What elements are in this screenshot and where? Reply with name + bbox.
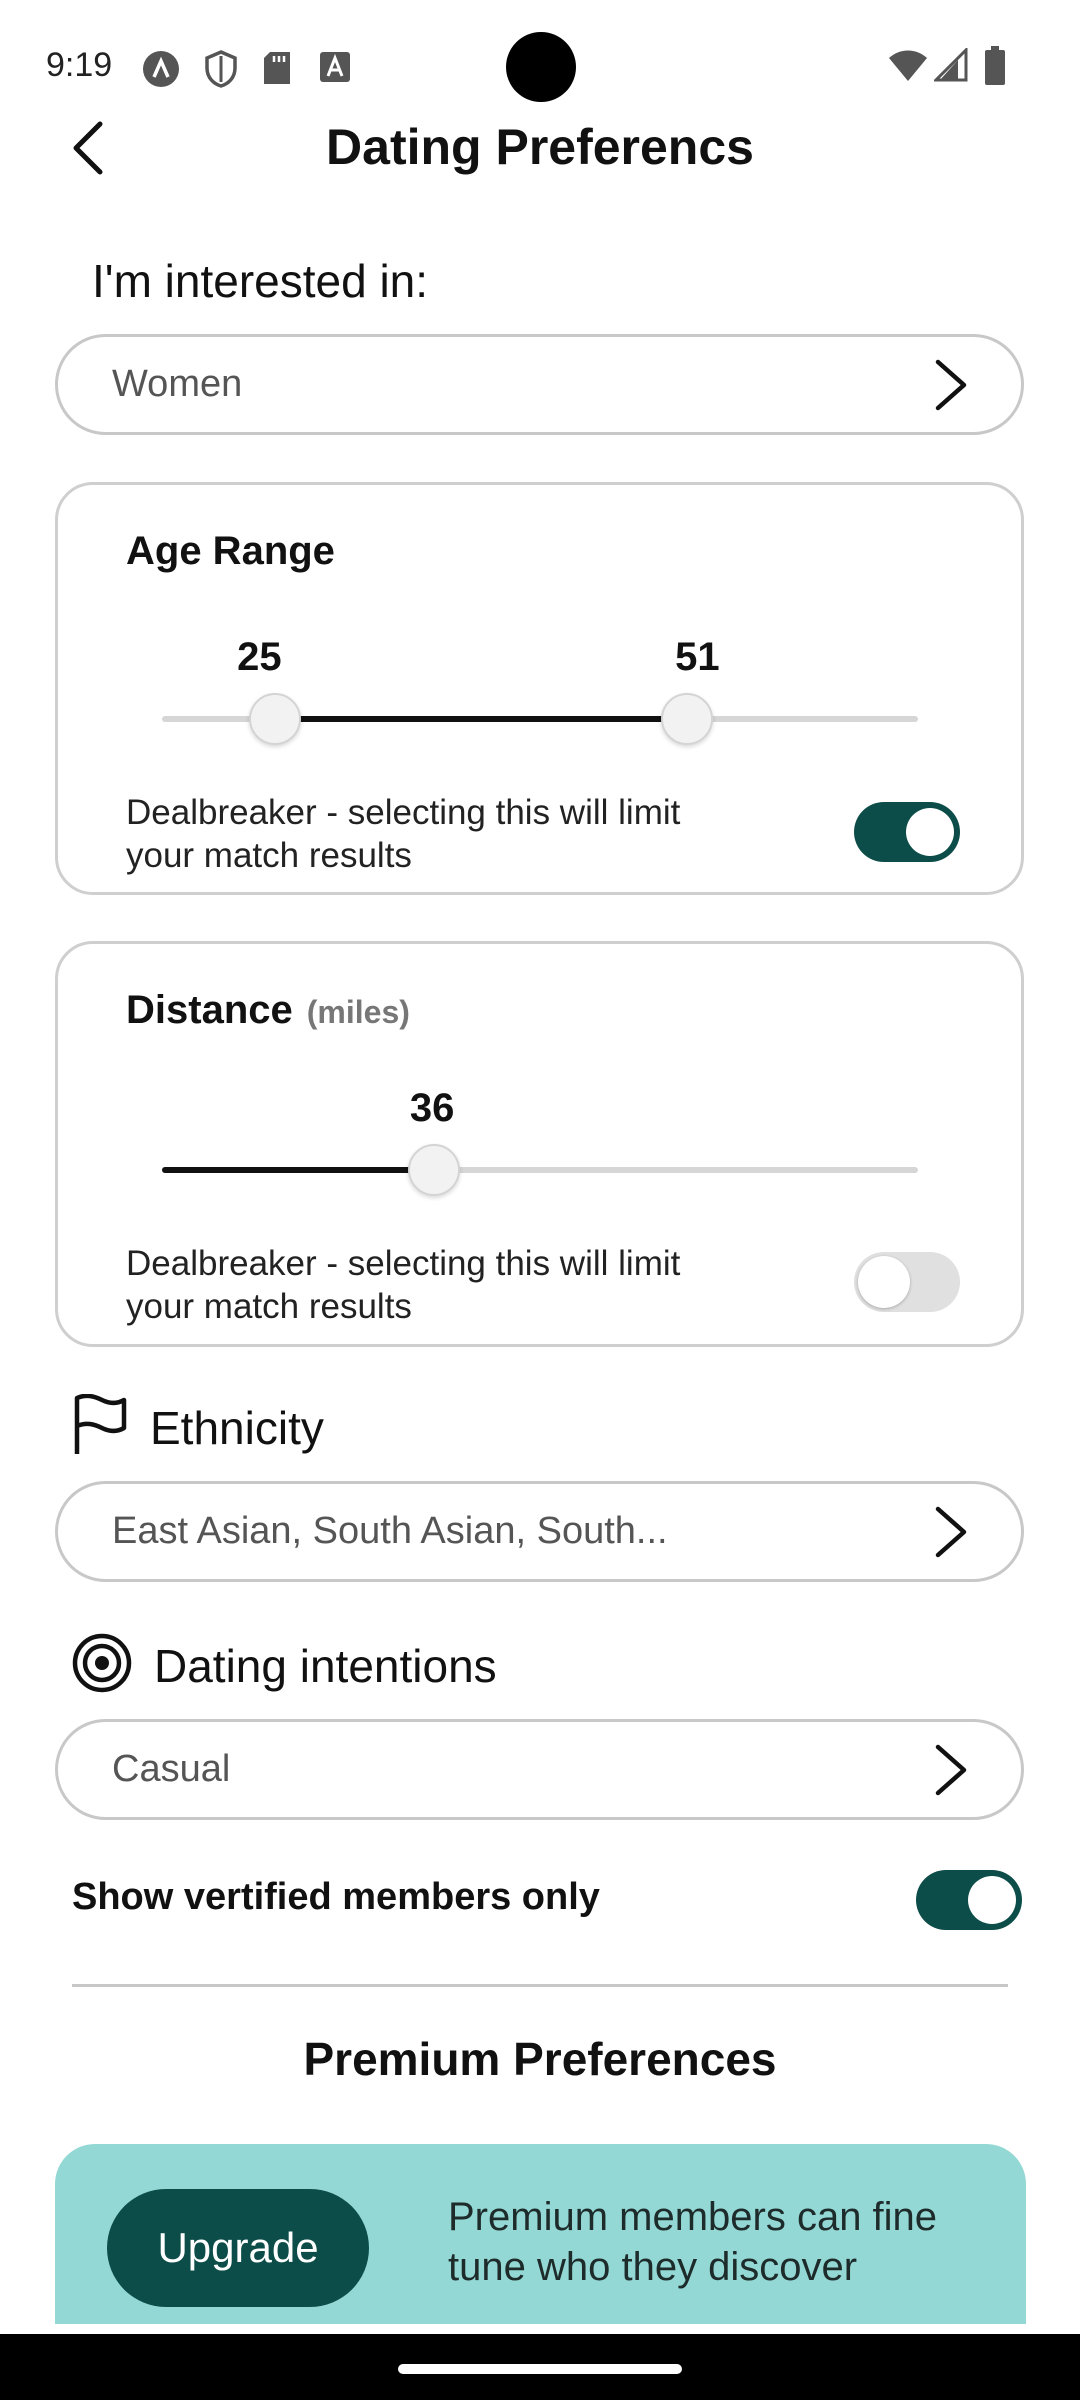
- status-bar: 9:19: [0, 0, 1080, 128]
- age-dealbreaker-text: Dealbreaker - selecting this will limit …: [126, 793, 681, 875]
- distance-value: 36: [409, 1086, 455, 1130]
- interested-in-label: I'm interested in:: [92, 255, 429, 307]
- dating-intentions-value: Casual: [112, 1748, 231, 1790]
- age-range-title: Age Range: [126, 529, 335, 573]
- ethnicity-header: Ethnicity: [72, 1393, 324, 1461]
- distance-card: Distance (miles) 36 Dealbreaker - selecti…: [55, 941, 1024, 1347]
- chevron-right-icon: [927, 355, 975, 415]
- front-camera: [506, 32, 576, 102]
- shield-icon: [204, 50, 238, 93]
- flag-icon: [72, 1393, 128, 1461]
- ethnicity-value: East Asian, South Asian, South...: [112, 1510, 668, 1552]
- premium-description: Premium members can fine tune who they d…: [448, 2195, 938, 2289]
- signal-icon: [932, 46, 968, 87]
- age-slider-fill: [275, 716, 688, 722]
- ethnicity-label: Ethnicity: [150, 1401, 324, 1454]
- ethnicity-select[interactable]: East Asian, South Asian, South...: [55, 1481, 1024, 1582]
- age-max-value: 51: [675, 635, 720, 679]
- distance-title: Distance (miles): [126, 988, 410, 1033]
- verified-members-toggle[interactable]: [916, 1870, 1022, 1930]
- wifi-icon: [888, 48, 928, 87]
- premium-preferences-title: Premium Preferences: [303, 2033, 777, 2085]
- text-a-icon: [318, 50, 352, 89]
- interested-in-value: Women: [112, 363, 243, 405]
- dating-intentions-select[interactable]: Casual: [55, 1719, 1024, 1820]
- sd-card-icon: [262, 50, 292, 91]
- chevron-right-icon: [927, 1740, 975, 1800]
- dating-intentions-header: Dating intentions: [72, 1633, 497, 1698]
- section-divider: [72, 1984, 1008, 1987]
- home-handle[interactable]: [398, 2364, 682, 2374]
- interested-in-select[interactable]: Women: [55, 334, 1024, 435]
- distance-title-text: Distance: [126, 988, 293, 1032]
- premium-upsell-card: Upgrade Premium members can fine tune wh…: [55, 2144, 1026, 2324]
- upgrade-button[interactable]: Upgrade: [107, 2189, 369, 2307]
- system-navigation-bar: [0, 2334, 1080, 2400]
- dating-intentions-label: Dating intentions: [154, 1639, 497, 1692]
- age-range-card: Age Range 25 51 Dealbreaker - selecting …: [55, 482, 1024, 895]
- distance-dealbreaker-text: Dealbreaker - selecting this will limit …: [126, 1244, 681, 1326]
- page-title: Dating Preferencs: [326, 119, 754, 175]
- distance-dealbreaker-toggle[interactable]: [854, 1252, 960, 1312]
- status-time: 9:19: [46, 46, 113, 84]
- age-min-thumb[interactable]: [249, 693, 302, 745]
- distance-unit: (miles): [306, 994, 410, 1030]
- chevron-right-icon: [927, 1502, 975, 1562]
- distance-thumb[interactable]: [408, 1144, 461, 1196]
- distance-slider-fill: [162, 1167, 435, 1173]
- verified-members-label: Show vertified members only: [72, 1876, 600, 1918]
- age-dealbreaker-toggle[interactable]: [854, 802, 960, 862]
- battery-icon: [984, 46, 1006, 91]
- age-min-value: 25: [237, 635, 282, 679]
- notification-a-icon: [142, 50, 180, 93]
- age-max-thumb[interactable]: [661, 693, 714, 745]
- target-icon: [72, 1633, 132, 1698]
